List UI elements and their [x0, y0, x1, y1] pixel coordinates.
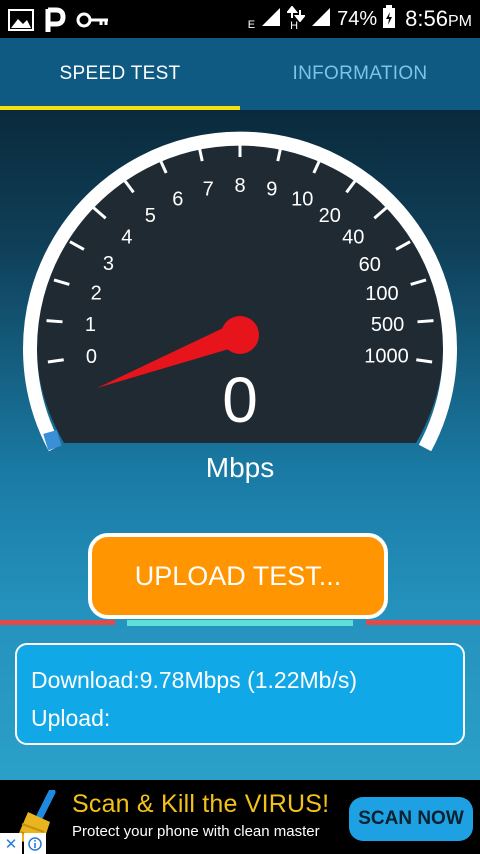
gauge-needle-hub [221, 316, 259, 354]
download-result: Download:9.78Mbps (1.22Mb/s) [31, 667, 357, 693]
network-type-label-2: H [290, 20, 299, 32]
status-bar: E H 74% 8:56PM [0, 0, 480, 38]
gauge-scale-label: 1 [85, 314, 96, 336]
status-bar-notifications [8, 6, 110, 38]
gauge-progress-arc [43, 430, 62, 451]
gauge-scale-label: 60 [359, 254, 381, 276]
data-arrows-icon: H [287, 6, 306, 32]
close-icon[interactable]: ✕ [0, 833, 22, 854]
battery-icon [382, 5, 396, 33]
speed-test-panel: 0 1 2 3 4 5 6 7 8 9 10 20 40 60 100 500 1000 0 Mbps UPLO… [0, 110, 480, 780]
signal-icon-2 [310, 6, 332, 32]
tab-information[interactable]: INFORMATION [240, 38, 480, 110]
speed-unit: Mbps [205, 452, 275, 483]
clock: 8:56PM [405, 6, 472, 32]
network-type-label: E [247, 19, 256, 31]
divider-right [366, 620, 480, 625]
gauge-scale-label: 3 [103, 253, 114, 275]
tab-speed-test[interactable]: SPEED TEST [0, 38, 240, 110]
clock-suffix: PM [448, 13, 472, 30]
gauge-scale-label: 2 [91, 282, 102, 304]
speedometer-gauge: 0 1 23456 7 8 9 10 2040 60 100 500 1000 [23, 131, 457, 452]
gauge-scale-label: 9 [266, 178, 277, 200]
signal-icon [260, 6, 282, 32]
info-icon[interactable] [24, 833, 46, 854]
upload-test-button[interactable]: UPLOAD TEST... [88, 533, 388, 619]
results-panel: Download:9.78Mbps (1.22Mb/s) Upload: [15, 643, 465, 745]
ad-banner[interactable]: Scan & Kill the VIRUS! Protect your phon… [0, 780, 480, 854]
gauge-scale-label: 20 [319, 205, 341, 227]
gauge-scale-label: 1000 [364, 346, 409, 368]
divider-left [0, 620, 115, 625]
scan-now-button[interactable]: SCAN NOW [349, 797, 473, 841]
upload-result: Upload: [31, 705, 111, 731]
clock-time: 8:56 [405, 6, 448, 31]
divider-progress [127, 620, 353, 626]
speed-value: 0 [222, 364, 258, 436]
gauge-tick [46, 319, 63, 324]
gauge-tick [417, 319, 434, 324]
gauge-scale-label: 40 [342, 227, 364, 249]
gauge-scale-label: 0 [86, 346, 97, 368]
tab-bar: SPEED TEST INFORMATION [0, 38, 480, 110]
gauge-scale-label: 10 [291, 189, 313, 211]
gauge-scale-label: 500 [371, 314, 404, 336]
ad-subtitle: Protect your phone with clean master [72, 823, 320, 840]
gauge-scale-label: 6 [172, 189, 183, 211]
gauge-scale-label: 4 [121, 227, 132, 249]
gauge-scale-label: 100 [365, 283, 398, 305]
parking-icon [44, 6, 66, 38]
gauge-scale-label: 7 [203, 178, 214, 200]
gallery-icon [8, 9, 34, 35]
status-bar-system: E H 74% 8:56PM [248, 4, 472, 34]
key-icon [76, 10, 110, 34]
gauge-scale-label: 5 [145, 205, 156, 227]
gauge-scale-label: 8 [234, 175, 245, 197]
battery-percent: 74% [337, 7, 378, 30]
ad-title: Scan & Kill the VIRUS! [72, 790, 330, 818]
